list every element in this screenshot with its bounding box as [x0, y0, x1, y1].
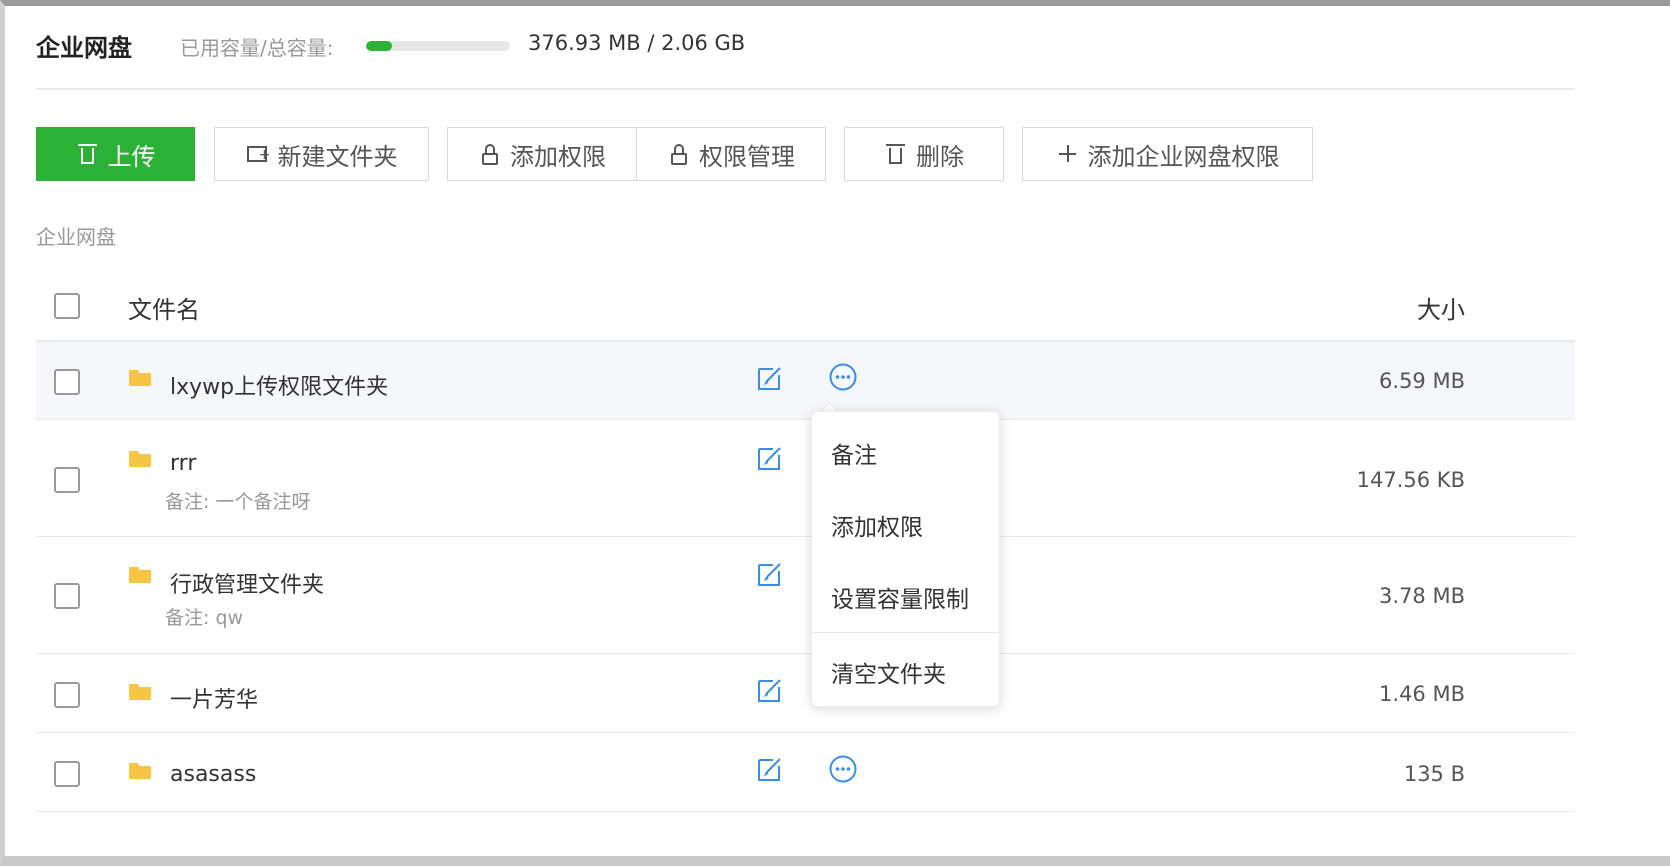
- upload-icon: [76, 142, 100, 166]
- menu-item-add-permission[interactable]: 添加权限: [831, 508, 923, 542]
- capacity-progress-bar: [366, 41, 510, 51]
- column-header-size: 大小: [1417, 296, 1465, 324]
- folder-icon: [129, 763, 151, 779]
- trash-icon: [884, 142, 908, 166]
- permission-management-button[interactable]: 权限管理: [636, 127, 826, 181]
- upload-button[interactable]: 上传: [36, 127, 195, 181]
- folder-icon: [129, 370, 151, 386]
- table-row[interactable]: lxywp上传权限文件夹 6.59 MB: [36, 342, 1575, 420]
- edit-icon[interactable]: [756, 364, 784, 392]
- header-divider: [36, 88, 1575, 90]
- edit-icon[interactable]: [756, 560, 784, 588]
- table-row[interactable]: asasass 135 B: [36, 733, 1575, 812]
- menu-item-clear-folder[interactable]: 清空文件夹: [831, 655, 946, 689]
- table-header: 文件名 大小: [36, 274, 1575, 342]
- folder-icon: [129, 567, 151, 583]
- file-name[interactable]: rrr: [170, 451, 196, 476]
- add-enterprise-permission-button[interactable]: 添加企业网盘权限: [1022, 127, 1313, 181]
- edit-icon[interactable]: [756, 444, 784, 472]
- context-menu: 备注 添加权限 设置容量限制 清空文件夹: [811, 411, 1000, 707]
- file-name[interactable]: 一片芳华: [170, 682, 258, 714]
- file-name[interactable]: 行政管理文件夹: [170, 567, 324, 599]
- row-checkbox[interactable]: [54, 761, 80, 787]
- edit-icon[interactable]: [756, 676, 784, 704]
- plus-icon: [1056, 142, 1080, 166]
- capacity-text: 376.93 MB / 2.06 GB: [528, 31, 746, 55]
- add-permission-button-label: 添加权限: [510, 142, 606, 171]
- more-options-icon[interactable]: [828, 362, 858, 392]
- add-permission-button[interactable]: 添加权限: [447, 127, 637, 181]
- file-size: 147.56 KB: [1356, 468, 1465, 492]
- table-row[interactable]: 一片芳华 1.46 MB: [36, 654, 1575, 733]
- row-checkbox[interactable]: [54, 583, 80, 609]
- file-size: 1.46 MB: [1379, 682, 1465, 706]
- new-folder-icon: [246, 142, 270, 166]
- menu-divider: [812, 632, 999, 633]
- row-checkbox[interactable]: [54, 682, 80, 708]
- file-note: 备注: 一个备注呀: [165, 491, 311, 513]
- file-note: 备注: qw: [165, 607, 244, 629]
- page-title: 企业网盘: [36, 34, 132, 62]
- file-size: 6.59 MB: [1379, 369, 1465, 393]
- capacity-label: 已用容量/总容量:: [180, 36, 334, 60]
- table-row[interactable]: 行政管理文件夹 备注: qw 3.78 MB: [36, 537, 1575, 654]
- table-row[interactable]: rrr 备注: 一个备注呀 147.56 KB: [36, 421, 1575, 537]
- file-size: 3.78 MB: [1379, 584, 1465, 608]
- breadcrumb[interactable]: 企业网盘: [36, 221, 116, 250]
- row-checkbox[interactable]: [54, 369, 80, 395]
- new-folder-button[interactable]: 新建文件夹: [214, 127, 429, 181]
- app-window: 企业网盘 已用容量/总容量: 376.93 MB / 2.06 GB 上传 新建…: [0, 0, 1670, 866]
- lock-icon: [667, 142, 691, 166]
- capacity-progress-fill: [366, 41, 392, 51]
- folder-icon: [129, 684, 151, 700]
- menu-item-note[interactable]: 备注: [831, 436, 877, 470]
- row-checkbox[interactable]: [54, 467, 80, 493]
- permission-management-button-label: 权限管理: [699, 142, 795, 171]
- file-name[interactable]: lxywp上传权限文件夹: [170, 369, 388, 401]
- lock-icon: [478, 142, 502, 166]
- file-size: 135 B: [1403, 762, 1465, 786]
- column-header-name: 文件名: [128, 296, 200, 324]
- folder-icon: [129, 451, 151, 467]
- delete-button-label: 删除: [916, 142, 964, 171]
- edit-icon[interactable]: [756, 755, 784, 783]
- upload-button-label: 上传: [107, 142, 156, 171]
- add-enterprise-permission-button-label: 添加企业网盘权限: [1087, 142, 1280, 171]
- select-all-checkbox[interactable]: [54, 293, 80, 319]
- new-folder-button-label: 新建文件夹: [277, 142, 398, 171]
- delete-button[interactable]: 删除: [844, 127, 1004, 181]
- menu-item-set-capacity-limit[interactable]: 设置容量限制: [831, 580, 969, 614]
- file-name[interactable]: asasass: [170, 762, 256, 787]
- more-options-icon[interactable]: [828, 754, 858, 784]
